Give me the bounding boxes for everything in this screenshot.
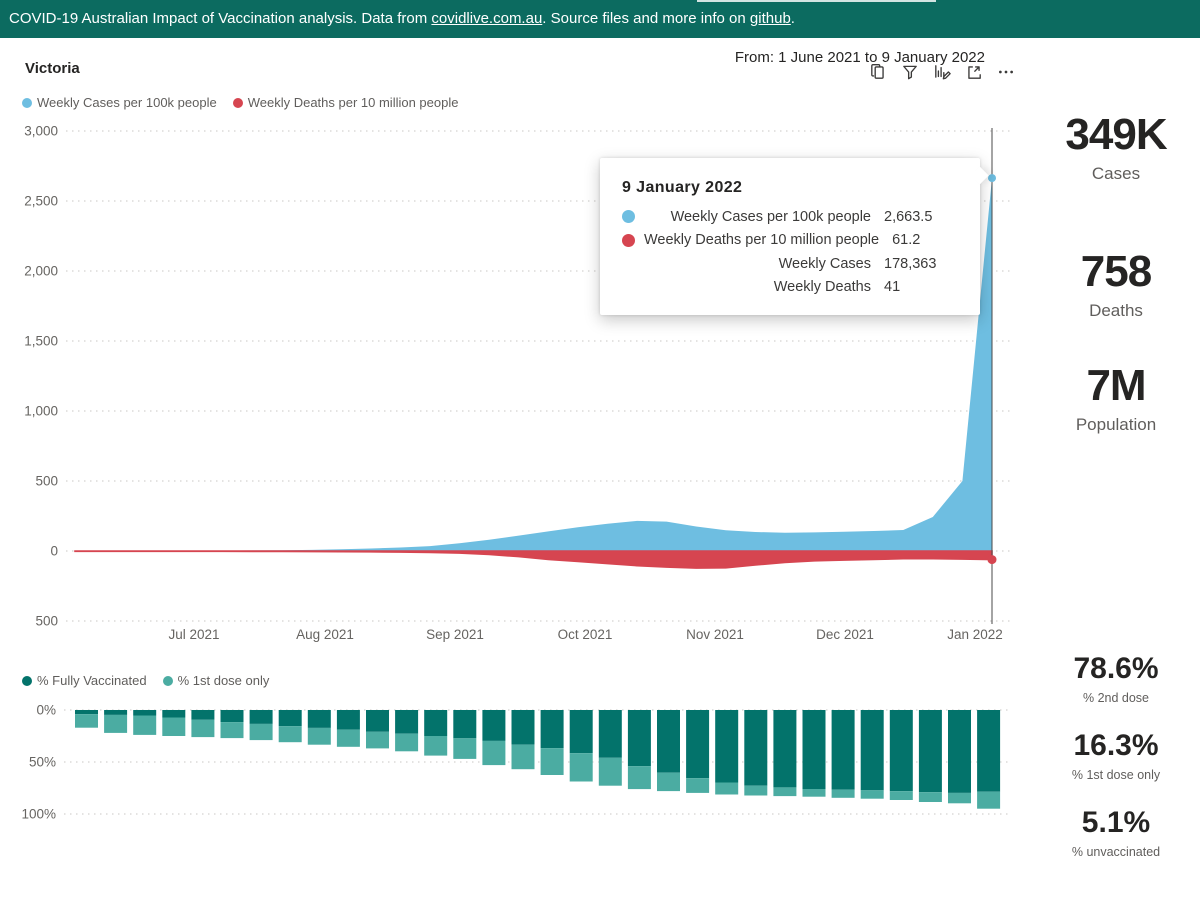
deaths-legend-dot (232, 97, 243, 108)
tooltip-row-value: 41 (884, 279, 901, 296)
svg-text:Oct 2021: Oct 2021 (558, 627, 613, 642)
kpi-second-dose-label: % 2nd dose (1082, 691, 1150, 705)
tooltip-row-label: Weekly Cases (778, 255, 871, 272)
svg-text:1,500: 1,500 (24, 334, 58, 349)
kpi-unvaccinated-label: % unvaccinated (1071, 845, 1161, 859)
svg-text:1,000: 1,000 (24, 404, 58, 419)
svg-text:Dec 2021: Dec 2021 (816, 627, 874, 642)
svg-text:Aug 2021: Aug 2021 (296, 627, 354, 642)
visual-toolbar (869, 63, 1015, 81)
kpi-cases-label: Cases (1091, 164, 1141, 183)
svg-text:3,000: 3,000 (24, 124, 58, 139)
personalize-visual-icon[interactable] (933, 63, 951, 81)
tooltip-deaths-dot (622, 233, 635, 247)
kpi-deaths: 758 Deaths (1032, 250, 1200, 321)
svg-text:500: 500 (35, 474, 58, 489)
vaccination-stacked-bar-chart[interactable]: 0% 50% 100% (0, 700, 1030, 830)
tooltip-row: Weekly Deaths per 10 million people 61.2 (622, 229, 966, 253)
kpi-cases-value: 349K (1065, 110, 1167, 159)
tooltip-row-value: 61.2 (892, 232, 921, 249)
page-title: Victoria (25, 60, 80, 77)
kpi-population: 7M Population (1032, 364, 1200, 435)
first-dose-legend-dot (162, 675, 173, 686)
area-chart-legend: Weekly Cases per 100k people Weekly Deat… (22, 95, 458, 110)
tooltip-title: 9 January 2022 (622, 179, 743, 196)
kpi-second-dose-value: 78.6% (1073, 652, 1159, 685)
svg-text:Jul 2021: Jul 2021 (168, 627, 219, 642)
covidlive-link[interactable]: covidlive.com.au (431, 10, 542, 27)
cases-legend-dot (22, 97, 32, 108)
kpi-second-dose: 78.6% % 2nd dose (1032, 652, 1200, 706)
legend-item-weekly-deaths[interactable]: Weekly Deaths per 10 million people (232, 95, 459, 110)
cases-legend-label: Weekly Cases per 100k people (37, 95, 217, 110)
filter-icon[interactable] (901, 63, 919, 81)
tooltip-row-label: Weekly Deaths per 10 million people (644, 232, 880, 249)
kpi-population-value: 7M (1086, 361, 1146, 410)
svg-text:Jan 2022: Jan 2022 (947, 627, 1003, 642)
tooltip-row: Weekly Cases per 100k people 2,663.5 (622, 205, 966, 229)
chart-tooltip: 9 January 2022 Weekly Cases per 100k peo… (600, 158, 989, 315)
more-options-icon[interactable] (997, 63, 1015, 81)
header-text: COVID-19 Australian Impact of Vaccinatio… (9, 10, 432, 27)
legend-item-fully-vaccinated[interactable]: % Fully Vaccinated (22, 673, 147, 688)
tooltip-row-value: 2,663.5 (884, 208, 933, 225)
tooltip-row-label: Weekly Deaths (773, 279, 871, 296)
tooltip-row-label: Weekly Cases per 100k people (670, 208, 871, 225)
kpi-deaths-label: Deaths (1089, 301, 1143, 320)
header-text-middle: . Source files and more info on (542, 10, 750, 27)
svg-text:0%: 0% (36, 703, 56, 718)
github-link[interactable]: github (750, 10, 791, 27)
kpi-deaths-value: 758 (1080, 247, 1152, 296)
svg-text:0: 0 (50, 544, 58, 559)
kpi-first-dose-only-label: % 1st dose only (1071, 768, 1161, 782)
deaths-legend-label: Weekly Deaths per 10 million people (247, 95, 459, 110)
kpi-cases: 349K Cases (1032, 113, 1200, 184)
vaccination-chart-legend: % Fully Vaccinated % 1st dose only (22, 673, 269, 688)
tooltip-row: Weekly Deaths 41 (622, 276, 966, 300)
focus-mode-icon[interactable] (965, 63, 983, 81)
kpi-first-dose-only-value: 16.3% (1073, 729, 1159, 762)
svg-text:Nov 2021: Nov 2021 (686, 627, 744, 642)
tooltip-row: Weekly Cases 178,363 (622, 252, 966, 276)
copy-icon[interactable] (869, 63, 887, 81)
header-text-after: . (790, 10, 795, 27)
legend-item-first-dose-only[interactable]: % 1st dose only (162, 673, 270, 688)
svg-text:2,500: 2,500 (24, 194, 58, 209)
fully-vaccinated-legend-dot (22, 675, 32, 686)
svg-text:2,000: 2,000 (24, 264, 58, 279)
first-dose-legend-label: % 1st dose only (177, 673, 270, 688)
kpi-unvaccinated: 5.1% % unvaccinated (1032, 806, 1200, 860)
tooltip-cases-dot (622, 210, 635, 224)
header-bar: COVID-19 Australian Impact of Vaccinatio… (0, 0, 1200, 38)
svg-text:100%: 100% (21, 807, 56, 822)
kpi-first-dose-only: 16.3% % 1st dose only (1032, 729, 1200, 783)
svg-text:Sep 2021: Sep 2021 (426, 627, 484, 642)
svg-text:500: 500 (35, 614, 58, 629)
fully-vaccinated-legend-label: % Fully Vaccinated (37, 673, 147, 688)
kpi-population-label: Population (1075, 415, 1157, 434)
tooltip-row-value: 178,363 (884, 255, 937, 272)
top-edge-highlight (697, 0, 936, 2)
kpi-unvaccinated-value: 5.1% (1081, 806, 1151, 839)
svg-text:50%: 50% (29, 755, 56, 770)
legend-item-weekly-cases[interactable]: Weekly Cases per 100k people (22, 95, 217, 110)
